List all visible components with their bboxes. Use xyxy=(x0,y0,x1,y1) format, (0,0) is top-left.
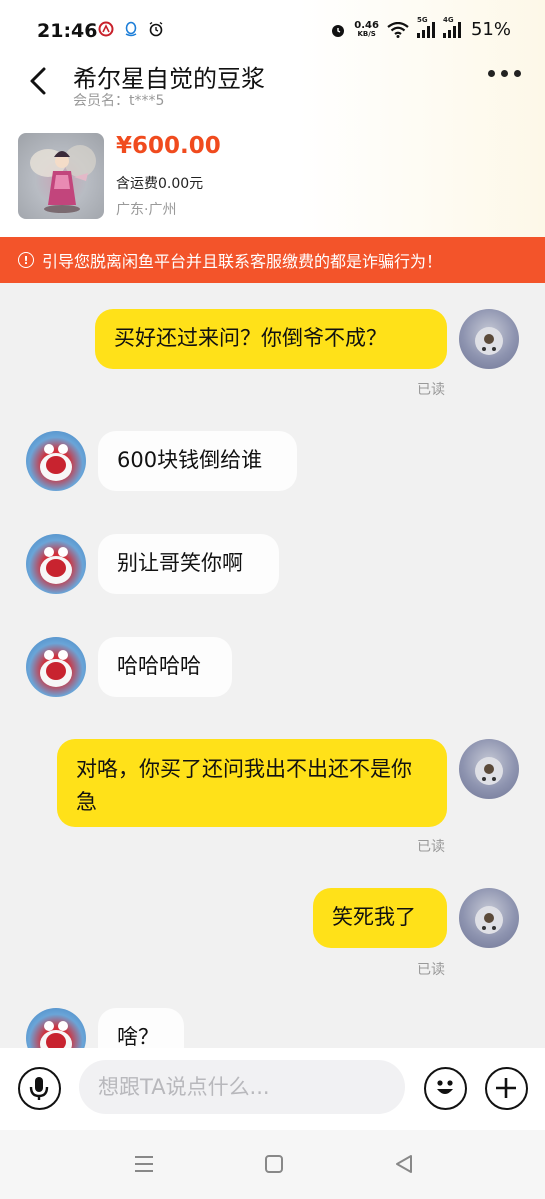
message-bubble[interactable]: 哈哈哈哈 xyxy=(98,637,232,697)
alarm-icon xyxy=(149,21,163,37)
signal-1-tag: 5G xyxy=(416,15,428,24)
member-name: 会员名：t***5 xyxy=(73,93,165,109)
message-bubble[interactable]: 买好还过来问？你倒爷不成？ xyxy=(95,309,447,369)
figurine-image xyxy=(30,145,96,213)
nav-bar: 希尔星自觉的豆浆 会员名：t***5 xyxy=(0,56,545,116)
message-received: 别让哥笑你啊 xyxy=(0,532,545,596)
message-bubble[interactable]: 别让哥笑你啊 xyxy=(98,534,279,594)
fraud-warning-banner: ! 引导您脱离闲鱼平台并且联系客服缴费的都是诈骗行为！ xyxy=(0,237,545,283)
back-icon[interactable] xyxy=(392,1152,416,1176)
status-right: 0.46 KB/S 5G 4G 51% xyxy=(330,16,511,40)
signal-2-tag: 4G xyxy=(442,15,454,24)
back-arrow-icon[interactable] xyxy=(24,64,54,98)
network-speed: 0.46 KB/S xyxy=(354,19,379,39)
microphone-icon xyxy=(29,1077,49,1100)
message-bubble[interactable]: 啥？ xyxy=(98,1008,184,1048)
warning-text: 引导您脱离闲鱼平台并且联系客服缴费的都是诈骗行为！ xyxy=(42,252,443,271)
message-received: 哈哈哈哈 xyxy=(0,635,545,699)
qq-icon xyxy=(125,21,137,37)
chat-partner-name[interactable]: 希尔星自觉的豆浆 xyxy=(73,59,265,94)
my-avatar[interactable] xyxy=(459,739,519,799)
menu-icon[interactable] xyxy=(132,1152,156,1176)
net-speed-value: 0.46 xyxy=(354,19,379,31)
message-received: 啥？ xyxy=(0,1008,545,1048)
warning-icon: ! xyxy=(18,252,34,268)
signal-4g-icon: 4G xyxy=(442,16,461,38)
input-bar xyxy=(0,1048,545,1130)
more-options-button[interactable] xyxy=(488,70,521,77)
more-actions-button[interactable] xyxy=(485,1067,528,1110)
partner-avatar[interactable] xyxy=(26,1008,86,1048)
partner-avatar[interactable] xyxy=(26,637,86,697)
message-received: 600块钱倒给谁 xyxy=(0,429,545,493)
bank-app-icon xyxy=(98,21,114,37)
message-sent: 买好还过来问？你倒爷不成？ 已读 xyxy=(0,283,545,403)
my-avatar[interactable] xyxy=(459,309,519,369)
read-status: 已读 xyxy=(417,382,445,398)
message-input[interactable] xyxy=(79,1060,405,1114)
status-time: 21:46 xyxy=(37,20,98,42)
net-speed-unit: KB/S xyxy=(357,29,376,38)
plus-icon xyxy=(496,1078,516,1098)
my-avatar[interactable] xyxy=(459,888,519,948)
read-status: 已读 xyxy=(417,839,445,855)
home-icon[interactable] xyxy=(262,1152,286,1176)
system-navigation-bar xyxy=(0,1130,545,1199)
smiley-icon xyxy=(437,1080,453,1094)
chat-messages[interactable]: 买好还过来问？你倒爷不成？ 已读 600块钱倒给谁 别让哥笑你啊 哈哈哈哈 对咯… xyxy=(0,283,545,1048)
alarm-filled-icon xyxy=(332,24,345,37)
signal-5g-icon: 5G xyxy=(416,16,435,38)
read-status: 已读 xyxy=(417,962,445,978)
wifi-icon xyxy=(387,21,409,38)
message-bubble[interactable]: 笑死我了 xyxy=(313,888,447,948)
partner-avatar[interactable] xyxy=(26,534,86,594)
message-bubble[interactable]: 600块钱倒给谁 xyxy=(98,431,297,491)
product-image[interactable] xyxy=(18,133,104,219)
voice-button[interactable] xyxy=(18,1067,61,1110)
header-area: 21:46 0.46 KB/S 5G 4G 51% 希尔星自觉的豆浆 会员名：t… xyxy=(0,0,545,237)
battery-level: 51% xyxy=(470,19,511,40)
emoji-button[interactable] xyxy=(424,1067,467,1110)
notification-icons xyxy=(98,21,164,37)
product-card[interactable]: ¥600.00 含运费0.00元 广东·广州 xyxy=(18,133,518,219)
message-sent: 对咯，你买了还问我出不出还不是你急 已读 xyxy=(0,738,545,858)
partner-avatar[interactable] xyxy=(26,431,86,491)
message-bubble[interactable]: 对咯，你买了还问我出不出还不是你急 xyxy=(57,739,447,827)
shipping-fee: 含运费0.00元 xyxy=(116,176,204,192)
message-sent: 笑死我了 已读 xyxy=(0,886,545,986)
product-price: ¥600.00 xyxy=(116,133,221,159)
product-location: 广东·广州 xyxy=(116,202,177,218)
status-bar: 21:46 0.46 KB/S 5G 4G 51% xyxy=(0,0,545,56)
